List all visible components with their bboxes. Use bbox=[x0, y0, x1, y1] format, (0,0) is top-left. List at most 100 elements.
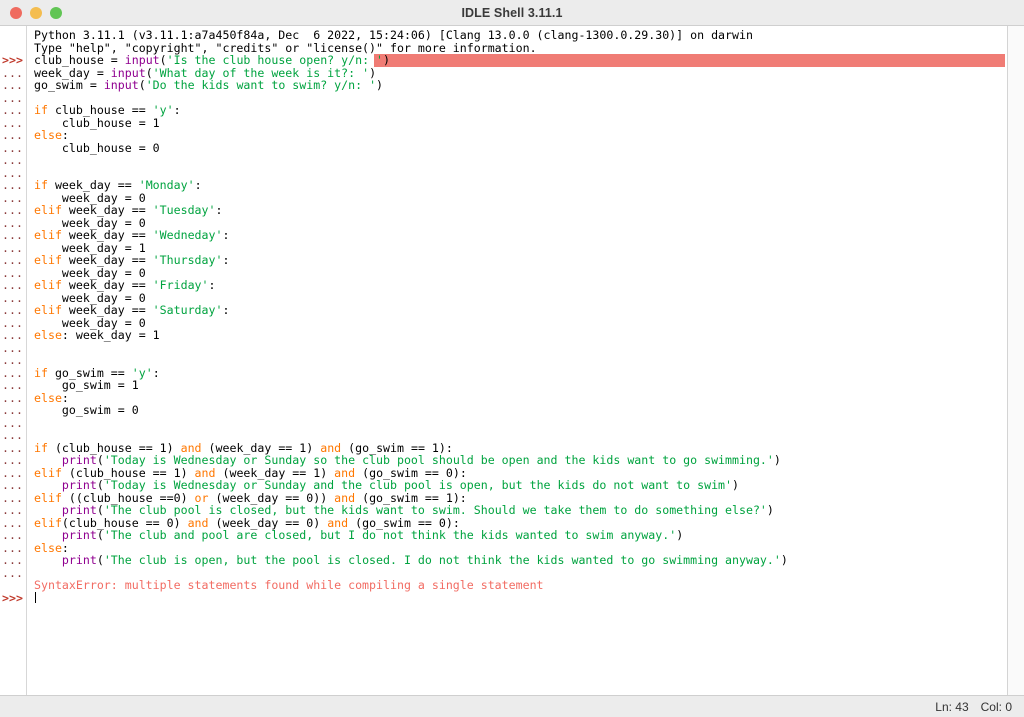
token-def: ( bbox=[96, 528, 104, 542]
prompt-ps2: ... bbox=[2, 78, 23, 92]
prompt-ps2: ... bbox=[2, 203, 23, 217]
token-kw: else bbox=[34, 328, 62, 342]
minimize-window-button[interactable] bbox=[30, 6, 42, 19]
shell-line: ... bbox=[0, 416, 1007, 430]
prompt-ps2: ... bbox=[2, 478, 23, 492]
idle-shell-window: IDLE Shell 3.11.1 Python 3.11.1 (v3.11.1… bbox=[0, 0, 1024, 717]
shell-banner-text: Python 3.11.1 (v3.11.1:a7a450f84a, Dec 6… bbox=[34, 28, 753, 42]
prompt-ps2: ... bbox=[2, 503, 23, 517]
status-bar: Ln: 43 Col: 0 bbox=[0, 695, 1024, 717]
token-def: ) bbox=[766, 503, 774, 517]
token-def: ( bbox=[96, 553, 104, 567]
token-str: 'The club is open, but the pool is close… bbox=[103, 553, 781, 567]
token-str: 'Wedneday' bbox=[152, 228, 223, 242]
prompt-ps2: ... bbox=[2, 378, 23, 392]
prompt-ps2: ... bbox=[2, 303, 23, 317]
token-def: ( bbox=[138, 78, 146, 92]
shell-line-text: print('The club and pool are closed, but… bbox=[26, 529, 683, 542]
shell-line: ... club_house = 0 bbox=[0, 140, 1007, 155]
prompt-ps2: ... bbox=[2, 328, 23, 342]
token-def: : week_day = 1 bbox=[61, 328, 160, 342]
prompt-ps2: ... bbox=[2, 428, 23, 442]
shell-line-text: go_swim = input('Do the kids want to swi… bbox=[26, 79, 383, 92]
token-def: : bbox=[194, 178, 202, 192]
token-str: 'Thursday' bbox=[152, 253, 223, 267]
token-def: ) bbox=[383, 53, 391, 67]
prompt-ps2: ... bbox=[2, 153, 23, 167]
status-line-number: Ln: 43 bbox=[935, 699, 969, 714]
shell-line: ... elif week_day == 'Tuesday': bbox=[0, 204, 1007, 217]
shell-line: ... elif week_day == 'Wedneday': bbox=[0, 229, 1007, 242]
token-str: 'Do the kids want to swim? y/n: ' bbox=[145, 78, 377, 92]
token-bi: print bbox=[61, 553, 97, 567]
prompt-ps2: ... bbox=[2, 553, 23, 567]
token-def: ) bbox=[773, 453, 781, 467]
token-def: ) bbox=[780, 553, 788, 567]
token-def bbox=[34, 553, 62, 567]
shell-line: ... go_swim = input('Do the kids want to … bbox=[0, 79, 1007, 92]
token-str: 'The club and pool are closed, but I do … bbox=[103, 528, 677, 542]
status-column-number: Col: 0 bbox=[980, 699, 1012, 714]
shell-line: ... go_swim = 1 bbox=[0, 379, 1007, 392]
vertical-scrollbar[interactable] bbox=[1007, 26, 1024, 695]
shell-line: >>> bbox=[0, 590, 1007, 605]
shell-line: ... club_house = 1 bbox=[0, 116, 1007, 130]
token-def: go_swim = 0 bbox=[34, 403, 139, 417]
prompt-ps2: ... bbox=[2, 403, 23, 417]
prompt-ps2: ... bbox=[2, 528, 23, 542]
shell-banner-line: Python 3.11.1 (v3.11.1:a7a450f84a, Dec 6… bbox=[0, 29, 1007, 42]
token-str: 'Friday' bbox=[152, 278, 209, 292]
token-str: 'Tuesday' bbox=[152, 203, 216, 217]
prompt-ps2: ... bbox=[2, 253, 23, 267]
window-controls bbox=[0, 6, 62, 19]
shell-line: ... bbox=[0, 341, 1007, 355]
input-highlight-bar bbox=[374, 54, 1005, 67]
shell-line-text: SyntaxError: multiple statements found w… bbox=[26, 579, 544, 592]
shell-line: SyntaxError: multiple statements found w… bbox=[0, 579, 1007, 592]
shell-line: ... else: bbox=[0, 391, 1007, 405]
token-err: SyntaxError: multiple statements found w… bbox=[34, 578, 544, 592]
token-def: ) bbox=[676, 528, 684, 542]
token-str: 'Monday' bbox=[138, 178, 195, 192]
shell-line: ... print('The club is open, but the poo… bbox=[0, 554, 1007, 567]
shell-line-text: print('The club is open, but the pool is… bbox=[26, 554, 788, 567]
token-def: : bbox=[152, 365, 160, 380]
shell-line: ... go_swim = 0 bbox=[0, 404, 1007, 417]
shell-line: ... if go_swim == 'y': bbox=[0, 365, 1007, 380]
prompt-ps2: ... bbox=[2, 228, 23, 242]
shell-line: ... bbox=[0, 154, 1007, 167]
close-window-button[interactable] bbox=[10, 6, 22, 19]
shell-line: ... elif week_day == 'Saturday': bbox=[0, 304, 1007, 317]
token-def: : bbox=[215, 203, 223, 217]
token-bi: input bbox=[103, 78, 139, 92]
token-def: : bbox=[222, 228, 230, 242]
shell-line-text: else: week_day = 1 bbox=[26, 329, 160, 342]
shell-line-text: club_house = 0 bbox=[26, 140, 160, 155]
shell-area: Python 3.11.1 (v3.11.1:a7a450f84a, Dec 6… bbox=[0, 26, 1024, 695]
token-def: go_swim = bbox=[34, 78, 104, 92]
shell-line: ... if week_day == 'Monday': bbox=[0, 179, 1007, 192]
token-def: club_house = 0 bbox=[34, 140, 160, 155]
shell-line: ... else: week_day = 1 bbox=[0, 329, 1007, 342]
shell-line: ... print('The club and pool are closed,… bbox=[0, 529, 1007, 542]
token-def: ) bbox=[376, 78, 384, 92]
shell-line: ... elif week_day == 'Thursday': bbox=[0, 254, 1007, 267]
token-def: : bbox=[222, 303, 230, 317]
token-str: 'Saturday' bbox=[152, 303, 223, 317]
title-bar: IDLE Shell 3.11.1 bbox=[0, 0, 1024, 26]
text-caret bbox=[35, 591, 36, 603]
shell-line-text: go_swim = 0 bbox=[26, 404, 139, 417]
prompt-ps2: ... bbox=[2, 278, 23, 292]
token-def: : bbox=[222, 253, 230, 267]
prompt-ps2: ... bbox=[2, 453, 23, 467]
prompt-ps2: ... bbox=[2, 178, 23, 192]
prompt-ps2: ... bbox=[2, 103, 23, 117]
prompt-ps1: >>> bbox=[2, 590, 23, 605]
shell-text-region[interactable]: Python 3.11.1 (v3.11.1:a7a450f84a, Dec 6… bbox=[0, 26, 1007, 695]
prompt-ps2: ... bbox=[2, 565, 23, 580]
token-def: : bbox=[173, 103, 181, 117]
shell-line: ... elif week_day == 'Friday': bbox=[0, 279, 1007, 292]
maximize-window-button[interactable] bbox=[50, 6, 62, 19]
prompt-ps2: ... bbox=[2, 128, 23, 142]
shell-output-lines[interactable]: Python 3.11.1 (v3.11.1:a7a450f84a, Dec 6… bbox=[0, 26, 1007, 604]
